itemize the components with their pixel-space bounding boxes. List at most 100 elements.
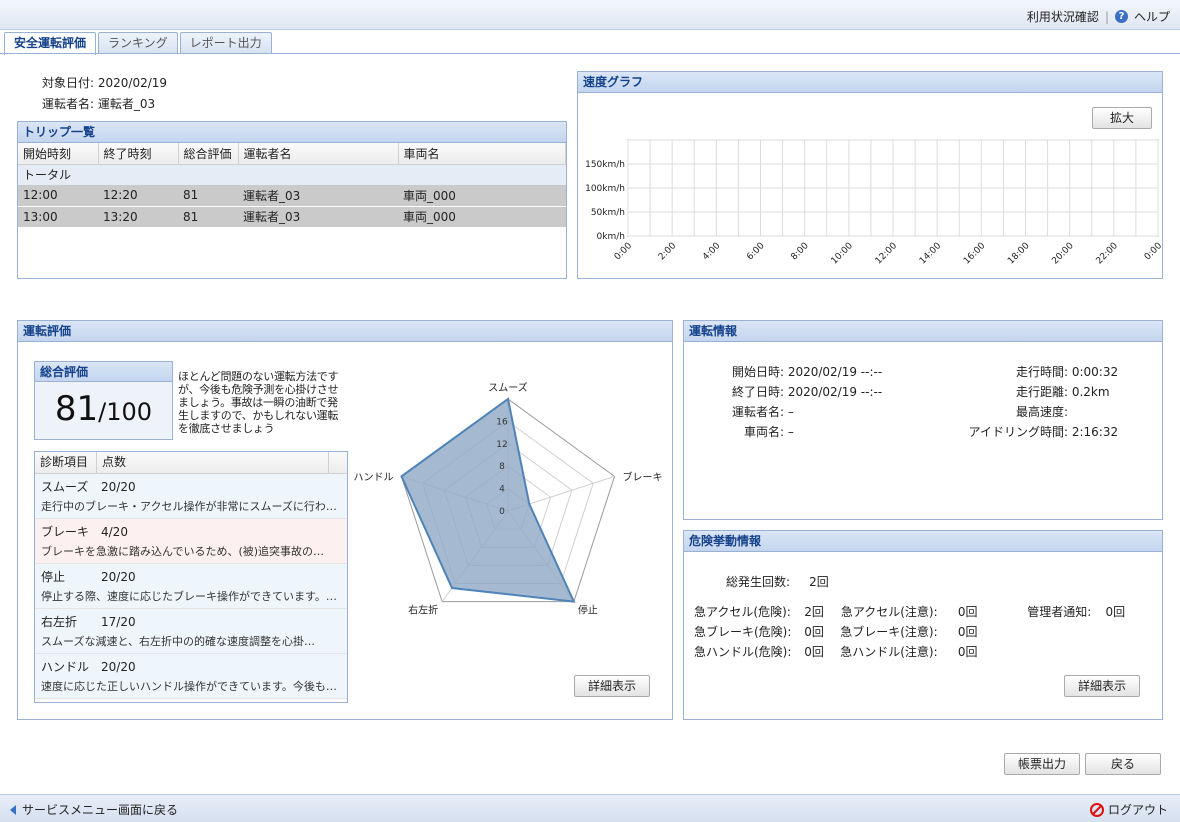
radar-series bbox=[400, 397, 576, 603]
arrow-left-icon bbox=[10, 804, 16, 815]
target-driver-label: 運転者名: bbox=[42, 97, 95, 111]
trip-total-row[interactable]: トータル bbox=[18, 164, 566, 185]
radar-tick-label: 4 bbox=[499, 485, 505, 495]
diag-score: 4/20 bbox=[101, 525, 128, 539]
main-tabs: 安全運転評価 ランキング レポート出力 bbox=[4, 32, 272, 55]
diag-name: 右左折 bbox=[41, 615, 78, 629]
y-tick-label: 100km/h bbox=[585, 184, 625, 194]
cell-start: 13:00 bbox=[18, 206, 98, 228]
x-tick-label: 0:00 bbox=[1143, 241, 1162, 263]
table-row[interactable]: 12:00 12:20 81 運転者_03 車両_000 bbox=[18, 185, 566, 207]
bottom-bar: サービスメニュー画面に戻る ログアウト bbox=[0, 794, 1180, 822]
danger-info-title: 危険挙動情報 bbox=[684, 531, 1162, 552]
diag-score: 20/20 bbox=[101, 660, 136, 674]
radar-tick-label: 16 bbox=[496, 417, 508, 427]
diag-col-score[interactable]: 点数 bbox=[97, 452, 329, 473]
radar-tick-label: 12 bbox=[496, 440, 507, 450]
evaluation-detail-button[interactable]: 詳細表示 bbox=[574, 675, 650, 697]
trip-table: 開始時刻 終了時刻 総合評価 運転者名 車両名 トータル 12:00 12:20… bbox=[18, 143, 566, 228]
diag-desc: 速度に応じた正しいハンドル操作ができています。今後も… bbox=[41, 680, 337, 693]
x-tick-label: 6:00 bbox=[745, 241, 767, 263]
tab-report[interactable]: レポート出力 bbox=[179, 32, 272, 54]
evaluation-comment: ほとんど問題のない運転方法ですが、今後も危険予測を心掛けさせましょう。事故は一瞬… bbox=[178, 370, 339, 435]
diag-desc: ブレーキを急激に踏み込んでいるため、(被)追突事故の… bbox=[41, 545, 325, 558]
diag-score: 20/20 bbox=[101, 480, 136, 494]
danger-total: 総発生回数: 2回 bbox=[725, 575, 829, 589]
evaluation-title: 運転評価 bbox=[18, 321, 672, 342]
danger-detail-button[interactable]: 詳細表示 bbox=[1064, 675, 1140, 697]
col-score[interactable]: 総合評価 bbox=[178, 143, 239, 165]
logout-icon bbox=[1089, 802, 1104, 817]
col-vehicle[interactable]: 車両名 bbox=[398, 143, 566, 165]
x-tick-label: 2:00 bbox=[657, 241, 679, 263]
radar-chart: 0 4 8 12 16 スムーズブレーキ停止 右左折 ハンドル bbox=[353, 381, 662, 617]
diag-col-item[interactable]: 診断項目 bbox=[35, 452, 97, 473]
radar-category-label: ハンドル bbox=[353, 472, 393, 483]
usage-link[interactable]: 利用状況確認 bbox=[1027, 8, 1099, 25]
x-tick-label: 18:00 bbox=[1006, 241, 1032, 267]
back-button[interactable]: 戻る bbox=[1085, 753, 1161, 775]
x-tick-label: 10:00 bbox=[830, 241, 856, 267]
speed-graph-title: 速度グラフ bbox=[578, 72, 1162, 93]
evaluation-panel: 運転評価 総合評価 81/100 ほとんど問題のない運転方法ですが、今後も危険予… bbox=[17, 320, 673, 720]
back-to-menu-label: サービスメニュー画面に戻る bbox=[22, 803, 179, 817]
trip-list-title: トリップ一覧 bbox=[18, 122, 566, 143]
back-to-menu-link[interactable]: サービスメニュー画面に戻る bbox=[10, 801, 178, 818]
diag-name: ハンドル bbox=[41, 660, 90, 674]
list-item[interactable]: 停止 20/20 停止する際、速度に応じたブレーキ操作ができています。… bbox=[35, 564, 347, 609]
header-links: 利用状況確認 | ? ヘルプ bbox=[1027, 8, 1170, 25]
x-tick-label: 16:00 bbox=[962, 241, 988, 267]
list-item[interactable]: 右左折 17/20 スムーズな減速と、右左折中の的確な速度調整を心掛… bbox=[35, 609, 347, 654]
cell-vehicle: 車両_000 bbox=[398, 206, 566, 228]
info-idle-time: アイドリング時間: 2:16:32 bbox=[968, 425, 1119, 439]
cell-vehicle: 車両_000 bbox=[398, 185, 566, 207]
target-date-value: 2020/02/19 bbox=[97, 76, 168, 90]
cell-score: 81 bbox=[178, 185, 238, 207]
tab-safety-eval[interactable]: 安全運転評価 bbox=[4, 32, 97, 55]
score-value: 81 bbox=[54, 389, 99, 429]
y-tick-label: 0km/h bbox=[597, 232, 625, 242]
col-driver[interactable]: 運転者名 bbox=[238, 143, 399, 165]
trip-total-label: トータル bbox=[18, 164, 566, 185]
info-distance: 走行距離: 0.2km bbox=[1015, 385, 1110, 399]
x-tick-label: 4:00 bbox=[701, 241, 723, 263]
col-end[interactable]: 終了時刻 bbox=[98, 143, 179, 165]
danger-info-panel: 危険挙動情報 総発生回数: 2回 急アクセル(危険): 2回 急アクセル(注意)… bbox=[683, 530, 1163, 720]
radar-category-label: 停止 bbox=[578, 604, 598, 617]
driving-info-title: 運転情報 bbox=[684, 321, 1162, 342]
info-end: 終了日時: 2020/02/19 --:-- bbox=[731, 385, 883, 399]
info-drive-time: 走行時間: 0:00:32 bbox=[1015, 365, 1119, 379]
radar-tick-label: 8 bbox=[499, 462, 505, 472]
x-tick-label: 12:00 bbox=[874, 241, 900, 267]
speed-chart: 0km/h 50km/h 100km/h 150km/h 0:00 2:00 4:00 6:0… bbox=[585, 139, 1162, 267]
x-tick-label: 22:00 bbox=[1095, 241, 1121, 267]
score-title: 総合評価 bbox=[35, 362, 172, 382]
speed-graph-panel: 速度グラフ 拡大 0km/h 50km/h 100km/h 150km/h 0:00 2:… bbox=[577, 71, 1163, 279]
col-start[interactable]: 開始時刻 bbox=[18, 143, 99, 165]
target-driver-line: 運転者名: 運転者_03 bbox=[42, 95, 155, 112]
target-date-label: 対象日付: bbox=[42, 76, 95, 90]
info-driver: 運転者名: – bbox=[731, 405, 794, 419]
logout-link[interactable]: ログアウト bbox=[1089, 801, 1168, 818]
cell-driver: 運転者_03 bbox=[238, 185, 398, 207]
tab-ranking[interactable]: ランキング bbox=[98, 32, 178, 54]
score-display: 81/100 bbox=[35, 382, 172, 439]
radar-category-label: スムーズ bbox=[488, 381, 528, 394]
diag-desc: 走行中のブレーキ・アクセル操作が非常にスムーズに行わ… bbox=[41, 500, 337, 513]
cell-start: 12:00 bbox=[18, 185, 98, 207]
report-output-button[interactable]: 帳票出力 bbox=[1004, 753, 1080, 775]
info-max-speed: 最高速度: bbox=[1015, 405, 1068, 419]
tab-divider bbox=[0, 53, 1180, 54]
help-icon[interactable]: ? bbox=[1114, 10, 1128, 23]
cell-end: 13:20 bbox=[98, 206, 178, 228]
help-link[interactable]: ヘルプ bbox=[1134, 8, 1170, 25]
diag-score: 17/20 bbox=[101, 615, 136, 629]
info-start: 開始日時: 2020/02/19 --:-- bbox=[731, 365, 883, 379]
list-item[interactable]: スムーズ 20/20 走行中のブレーキ・アクセル操作が非常にスムーズに行わ… bbox=[35, 474, 347, 519]
table-row[interactable]: 13:00 13:20 81 運転者_03 車両_000 bbox=[18, 206, 566, 228]
diag-desc: 停止する際、速度に応じたブレーキ操作ができています。… bbox=[41, 590, 337, 603]
list-item[interactable]: ハンドル 20/20 速度に応じた正しいハンドル操作ができています。今後も… bbox=[35, 654, 347, 699]
cell-score: 81 bbox=[178, 206, 238, 228]
list-item[interactable]: ブレーキ 4/20 ブレーキを急激に踏み込んでいるため、(被)追突事故の… bbox=[35, 519, 347, 564]
target-driver-value: 運転者_03 bbox=[97, 97, 156, 111]
